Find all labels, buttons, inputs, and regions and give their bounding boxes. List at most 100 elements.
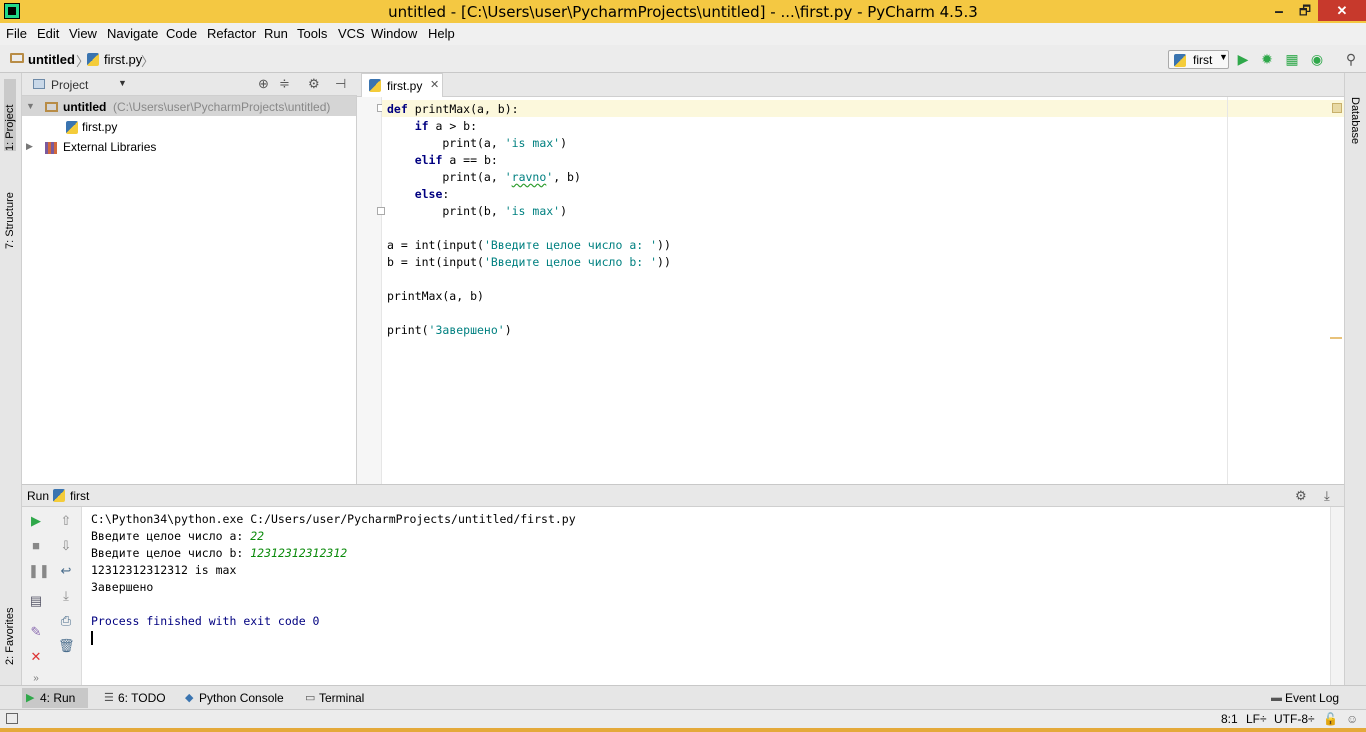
menu-edit[interactable]: Edit [37, 26, 59, 41]
close-icon[interactable]: ✕ [28, 649, 44, 665]
error-stripe-mark[interactable] [1330, 337, 1342, 339]
run-icon[interactable]: ▶ [1235, 51, 1251, 67]
restore-layout-icon[interactable]: ▤ [28, 593, 44, 609]
tool-tab-project[interactable]: 1: Project [4, 79, 16, 151]
gear-icon[interactable]: ⚙ [1295, 488, 1307, 504]
fold-marker-icon[interactable] [377, 207, 385, 215]
project-panel: Project ▼ ⊕ ≑ ⚙ ⊣ ▼ untitled (C:\Users\u… [22, 73, 357, 484]
tree-item-libs[interactable]: ▶ External Libraries [26, 139, 226, 159]
minimize-button[interactable]: 🗕 [1266, 0, 1292, 21]
pause-icon[interactable]: ❚❚ [28, 563, 50, 579]
file-encoding[interactable]: UTF-8÷ [1274, 712, 1315, 726]
console-line: Введите целое число a: 22 [91, 528, 576, 545]
toggle-tool-windows-icon[interactable] [6, 713, 18, 724]
tool-tab-python-console[interactable]: ◆ Python Console [181, 688, 291, 708]
text-caret [91, 631, 93, 645]
coverage-icon[interactable]: ▦ [1284, 51, 1300, 67]
expand-arrow-icon[interactable]: ▼ [26, 101, 35, 111]
console-prompt: Введите целое число b: [91, 546, 251, 560]
tool-tab-run-label: 4: Run [40, 691, 76, 705]
menu-code[interactable]: Code [166, 26, 197, 41]
trash-icon[interactable]: 🗑 [58, 638, 75, 654]
scroll-from-source-icon[interactable]: ⊕ [258, 76, 269, 92]
todo-icon: ☰ [104, 692, 114, 704]
editor-gutter[interactable] [357, 97, 382, 484]
tree-libs-name: External Libraries [63, 140, 157, 154]
collapse-all-icon[interactable]: ≑ [279, 76, 290, 92]
run-panel-title: Run [27, 489, 50, 503]
hide-panel-icon[interactable]: ⤓ [1324, 488, 1330, 504]
menu-refactor[interactable]: Refactor [207, 26, 256, 41]
breadcrumb-file[interactable]: first.py [104, 52, 142, 67]
menu-run[interactable]: Run [264, 26, 288, 41]
code-text[interactable]: def printMax(a, b): if a > b: print(a, '… [387, 101, 671, 339]
menu-view[interactable]: View [69, 26, 97, 41]
caret-position[interactable]: 8:1 [1221, 712, 1238, 726]
menu-help[interactable]: Help [428, 26, 455, 41]
down-arrow-icon[interactable]: ⇩ [58, 538, 74, 554]
tool-tab-event-log[interactable]: ▬ Event Log [1267, 688, 1347, 708]
stop-icon[interactable]: ■ [28, 538, 44, 554]
inspection-status-icon[interactable] [1332, 103, 1342, 113]
code-line: print(a, 'ravno', b) [387, 170, 581, 184]
tree-item-file[interactable]: first.py [66, 119, 266, 139]
debug-icon[interactable]: ✹ [1259, 51, 1275, 67]
up-arrow-icon[interactable]: ⇧ [58, 513, 74, 529]
right-margin-guide [1227, 97, 1228, 484]
rerun-icon[interactable]: ▶ [28, 513, 44, 529]
editor-tab-bar: first.py ✕ [357, 73, 1344, 97]
maximize-button[interactable]: 🗗 [1292, 0, 1318, 21]
profile-icon[interactable]: ◉ [1309, 51, 1325, 67]
search-icon[interactable]: ⚲ [1343, 51, 1359, 67]
tool-tab-structure[interactable]: 7: Structure [4, 169, 16, 249]
soft-wrap-icon[interactable]: ↩ [58, 563, 74, 579]
tool-tab-terminal-label: Terminal [319, 691, 365, 705]
folder-icon [10, 53, 24, 63]
code-line: print(a, 'is max') [387, 136, 568, 150]
dropdown-arrow-icon: ▼ [1219, 52, 1228, 62]
run-config-select[interactable]: first ▼ [1168, 50, 1229, 69]
close-button[interactable]: ✕ [1318, 0, 1366, 21]
tool-tab-todo-label: 6: TODO [118, 691, 166, 705]
inspector-icon[interactable]: ☺ [1346, 712, 1358, 726]
console-output[interactable]: C:\Python34\python.exe C:/Users/user/Pyc… [91, 511, 576, 647]
console-scrollbar[interactable] [1330, 507, 1344, 686]
hide-panel-icon[interactable]: ⊣ [335, 76, 346, 92]
tab-first-py[interactable]: first.py ✕ [361, 73, 443, 97]
tool-tab-python-console-label: Python Console [199, 691, 284, 705]
python-icon: ◆ [185, 692, 194, 704]
close-tab-icon[interactable]: ✕ [430, 78, 439, 91]
project-view-select[interactable]: Project ▼ [30, 76, 128, 93]
tool-tab-terminal[interactable]: ▭ Terminal [301, 688, 381, 708]
tool-tab-run[interactable]: ▶ 4: Run [22, 688, 88, 708]
console-user-input: 12312312312312 [250, 546, 348, 560]
menu-window[interactable]: Window [371, 26, 417, 41]
code-editor[interactable]: first.py ✕ def printMax(a, b): if a > b:… [357, 73, 1344, 484]
project-view-icon [33, 79, 45, 89]
console-prompt: Введите целое число a: [91, 529, 251, 543]
scroll-to-end-icon[interactable]: ⤓ [58, 588, 74, 604]
run-config-label: first [1193, 53, 1213, 67]
tool-tab-favorites[interactable]: 2: Favorites [4, 593, 16, 665]
console-line: Завершено [91, 580, 154, 594]
tool-tab-database[interactable]: Database [1349, 97, 1361, 157]
run-panel-header: Run first ⚙ ⤓ [22, 485, 1344, 507]
pin-icon[interactable]: ✎ [28, 624, 44, 640]
collapse-arrow-icon[interactable]: ▶ [26, 141, 33, 152]
dropdown-arrow-icon: ▼ [118, 78, 127, 88]
menu-file[interactable]: File [6, 26, 27, 41]
menu-vcs[interactable]: VCS [338, 26, 365, 41]
menu-navigate[interactable]: Navigate [107, 26, 158, 41]
lock-icon[interactable]: 🔓 [1323, 712, 1338, 726]
navigation-bar: untitled 〉 first.py 〉 first ▼ ▶ ✹ ▦ ◉ ⚲ [0, 45, 1366, 73]
menu-tools[interactable]: Tools [297, 26, 327, 41]
print-icon[interactable]: ⎙ [58, 613, 74, 629]
line-separator[interactable]: LF÷ [1246, 712, 1267, 726]
console-exit-line: Process finished with exit code 0 [91, 614, 320, 628]
tree-item-root[interactable]: ▼ untitled (C:\Users\user\PycharmProject… [26, 99, 356, 119]
tool-tab-todo[interactable]: ☰ 6: TODO [100, 688, 170, 708]
gear-icon[interactable]: ⚙ [308, 76, 320, 92]
breadcrumb-project[interactable]: untitled [28, 52, 75, 67]
